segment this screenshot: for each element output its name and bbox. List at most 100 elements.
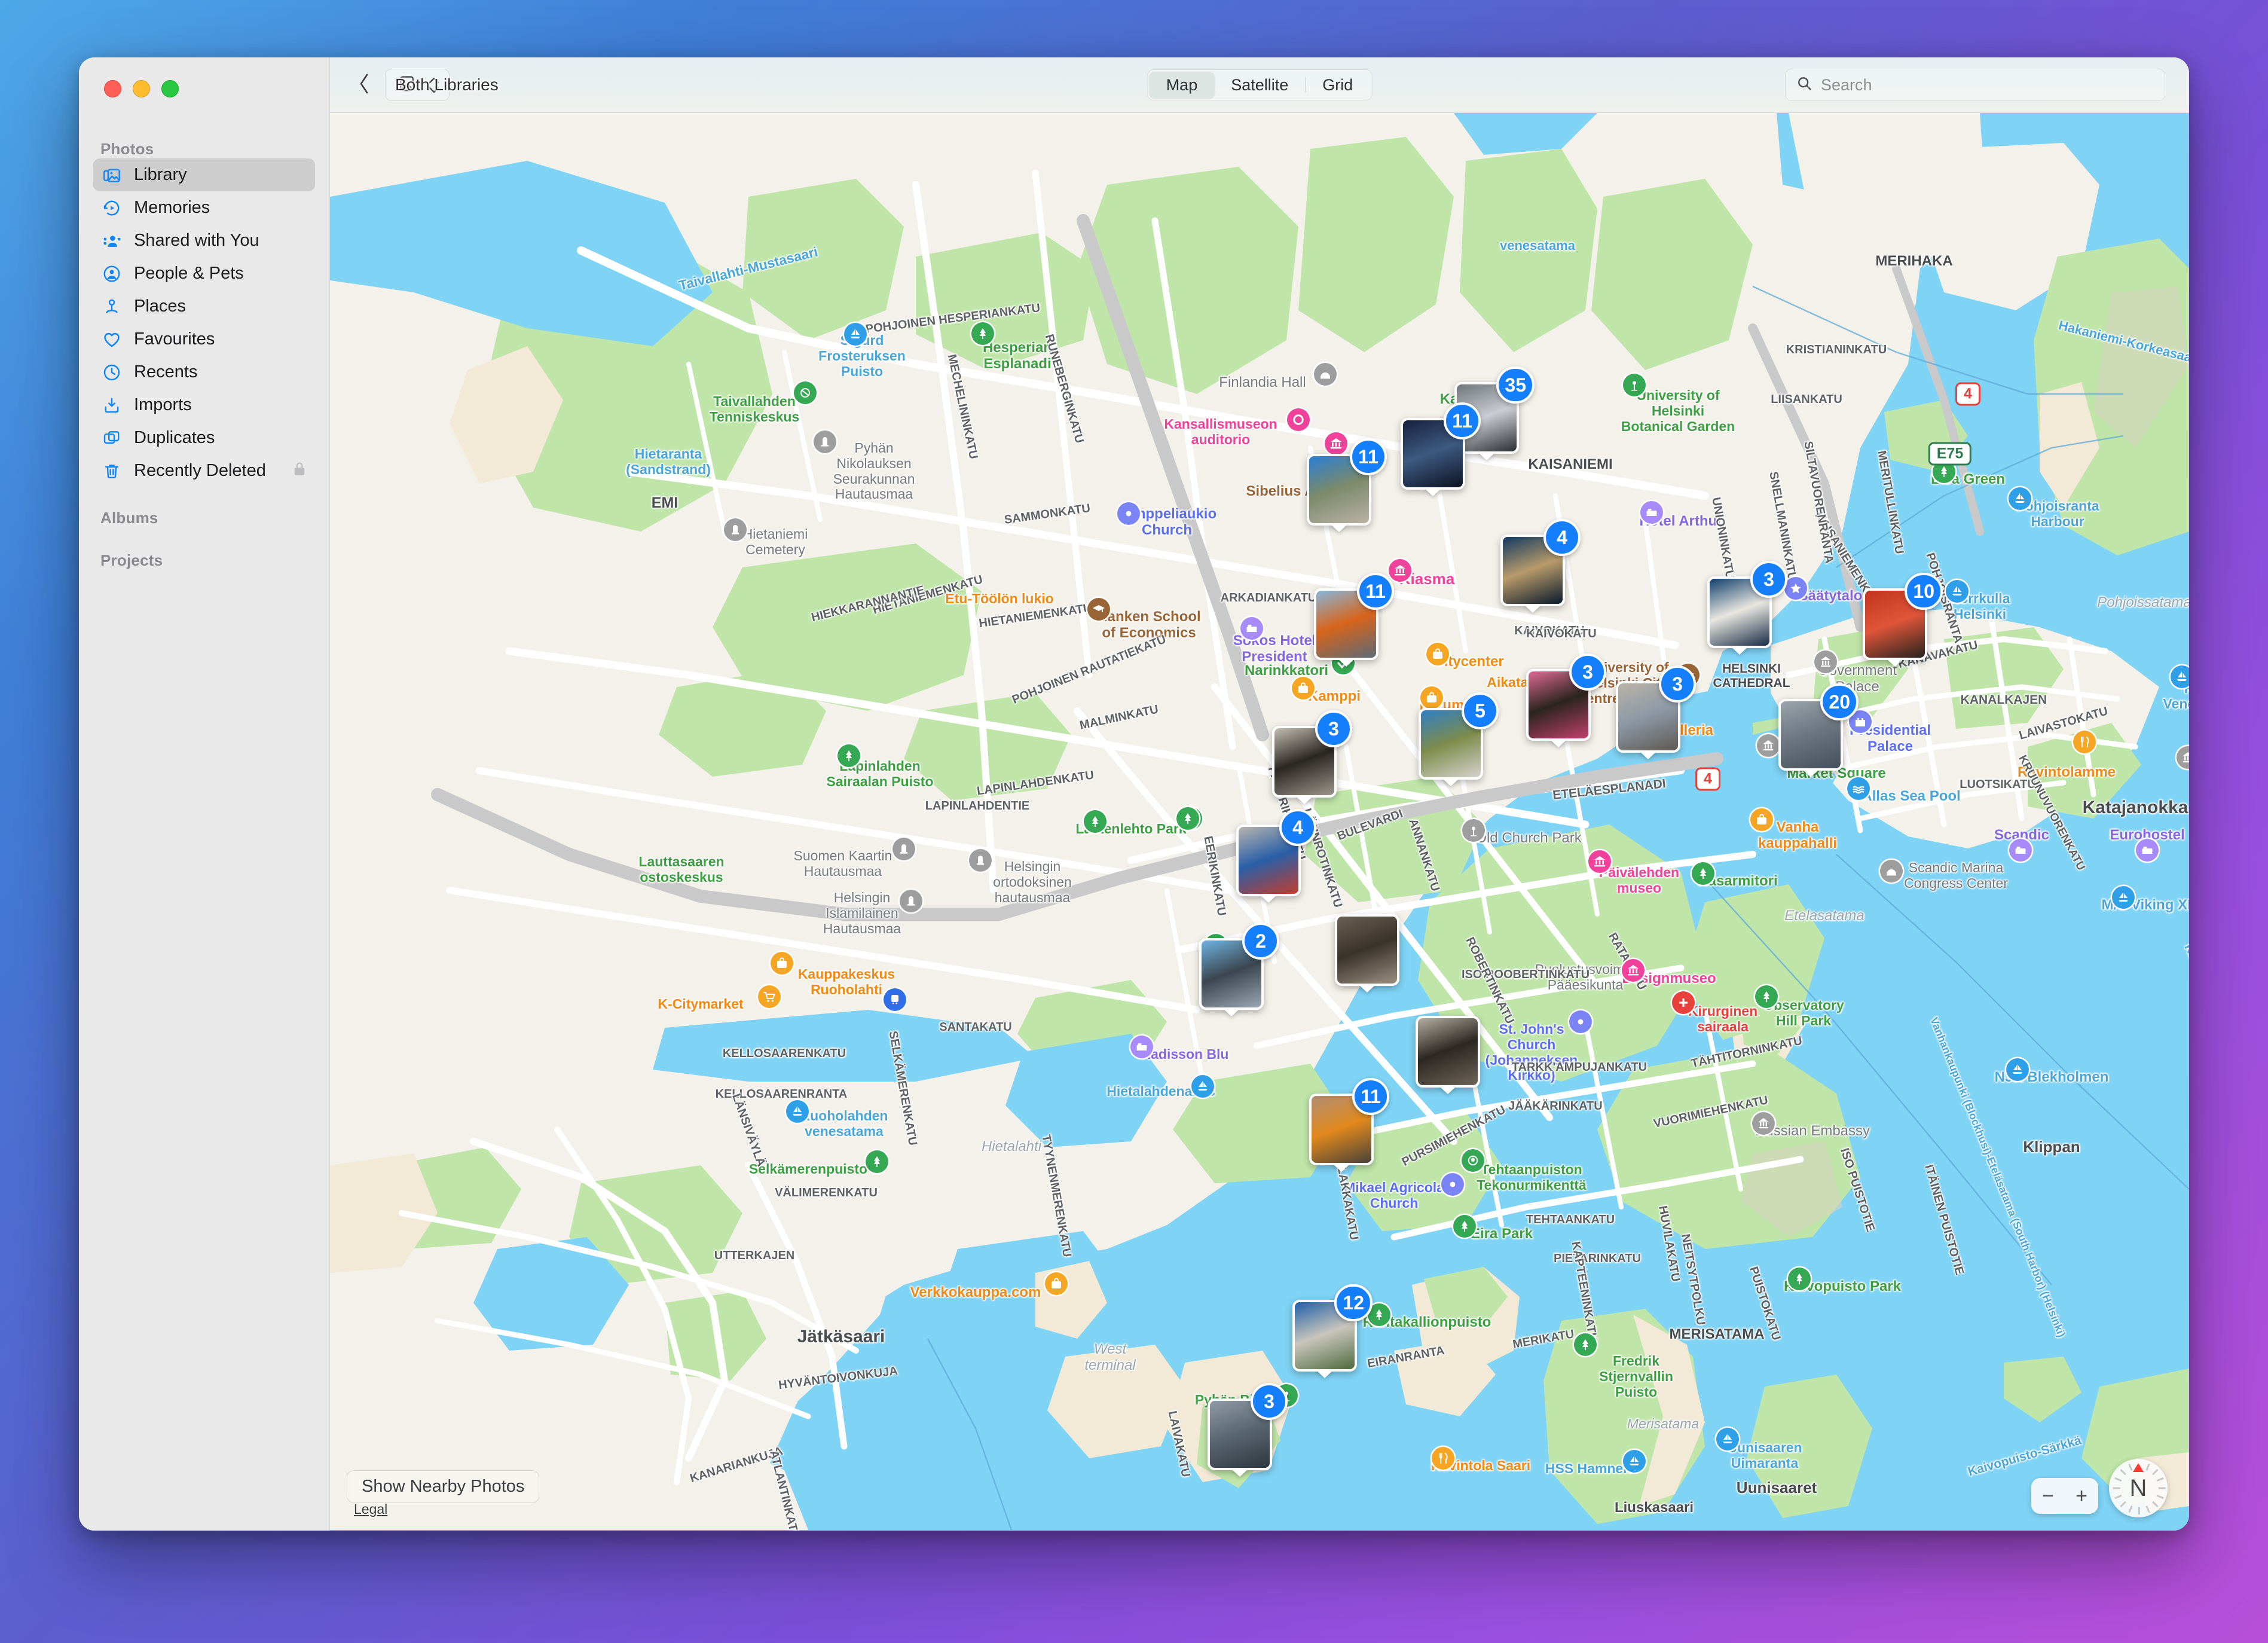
sailboat-icon[interactable] [844, 323, 867, 346]
tree-icon[interactable] [1574, 1333, 1597, 1356]
tree-icon[interactable] [866, 1150, 888, 1173]
sidebar-item-library[interactable]: Library [93, 158, 315, 191]
map-compass[interactable]: N [2109, 1459, 2168, 1517]
photo-cluster-marker[interactable]: 10 [1863, 573, 1943, 660]
grave-icon[interactable] [892, 838, 915, 860]
sidebar-item-recently-deleted[interactable]: Recently Deleted [93, 454, 315, 487]
photo-thumbnail[interactable]: 11 [1307, 438, 1387, 526]
sidebar-item-places[interactable]: Places [93, 290, 315, 323]
shop-icon[interactable] [1426, 643, 1449, 665]
photo-cluster-marker[interactable]: 3 [1208, 1383, 1288, 1470]
food-icon[interactable] [1432, 1447, 1454, 1470]
photo-cluster-marker[interactable]: 3 [1272, 710, 1352, 798]
map-zoom-controls[interactable]: − + [2031, 1478, 2098, 1514]
grave-icon[interactable] [900, 890, 922, 912]
photo-cluster-marker[interactable]: 11 [1307, 438, 1387, 526]
sidebar-item-memories[interactable]: Memories [93, 191, 315, 224]
zoom-in-button[interactable]: + [2076, 1485, 2087, 1508]
photo-thumbnail[interactable]: 4 [1500, 519, 1581, 606]
window-traffic-lights[interactable] [104, 80, 179, 97]
photo-thumbnail[interactable]: 3 [1707, 561, 1787, 648]
sailboat-icon[interactable] [2006, 1058, 2029, 1081]
church-icon[interactable] [1117, 502, 1140, 525]
sidebar-item-imports[interactable]: Imports [93, 389, 315, 422]
photo-thumbnail[interactable]: 3 [1616, 665, 1696, 753]
minimize-button[interactable] [133, 80, 150, 97]
bed-icon[interactable] [1640, 501, 1663, 524]
tab-satellite[interactable]: Satellite [1214, 72, 1305, 98]
school-icon[interactable] [1087, 598, 1110, 621]
bed-icon[interactable] [2136, 839, 2159, 862]
sailboat-icon[interactable] [1946, 580, 1969, 603]
grave-icon[interactable] [969, 849, 992, 872]
back-button[interactable] [350, 71, 378, 99]
library-selector[interactable]: Both Libraries [385, 69, 499, 101]
flower-icon[interactable] [1623, 374, 1646, 396]
flower-icon[interactable] [1462, 819, 1485, 842]
tree-icon[interactable] [1788, 1268, 1811, 1290]
sidebar-item-people-pets[interactable]: People & Pets [93, 257, 315, 290]
photo-cluster-marker[interactable]: 11 [1401, 402, 1481, 490]
photo-cluster-marker[interactable]: 3 [1526, 653, 1606, 741]
ball-icon[interactable] [1462, 1149, 1484, 1172]
photo-thumbnail[interactable]: 3 [1272, 710, 1352, 798]
photo-cluster-marker[interactable]: 4 [1500, 519, 1581, 606]
photo-thumbnail[interactable] [1335, 914, 1399, 986]
tree-icon[interactable] [1084, 810, 1107, 833]
photo-thumbnail[interactable]: 11 [1401, 402, 1481, 490]
close-button[interactable] [104, 80, 121, 97]
photo-cluster-marker[interactable]: 11 [1309, 1078, 1389, 1165]
bed-icon[interactable] [1130, 1036, 1153, 1058]
sailboat-icon[interactable] [2009, 487, 2031, 510]
museum-icon[interactable] [1325, 432, 1347, 455]
tennis-icon[interactable] [794, 381, 817, 404]
photo-thumbnail[interactable]: 11 [1314, 573, 1394, 660]
photo-cluster-marker[interactable]: 12 [1292, 1284, 1373, 1372]
sidebar-item-favourites[interactable]: Favourites [93, 323, 315, 356]
sidebar-item-recents[interactable]: Recents [93, 356, 315, 389]
shop-icon[interactable] [1750, 808, 1773, 831]
photo-cluster-marker[interactable] [1416, 1016, 1480, 1088]
photo-thumbnail[interactable] [1416, 1016, 1480, 1088]
tree-icon[interactable] [971, 322, 994, 345]
grave-icon[interactable] [814, 430, 836, 453]
photo-cluster-marker[interactable] [1335, 914, 1399, 986]
shop-icon[interactable] [771, 952, 793, 975]
photo-cluster-marker[interactable]: 11 [1314, 573, 1394, 660]
photo-thumbnail[interactable]: 12 [1292, 1284, 1373, 1372]
church-icon[interactable] [1441, 1173, 1464, 1196]
photo-thumbnail[interactable]: 20 [1778, 683, 1859, 771]
photo-cluster-marker[interactable]: 4 [1236, 809, 1316, 896]
photo-cluster-marker[interactable]: 3 [1616, 665, 1696, 753]
photo-cluster-marker[interactable]: 20 [1778, 683, 1859, 771]
sailboat-icon[interactable] [2171, 665, 2189, 688]
shop-icon[interactable] [1045, 1272, 1068, 1295]
tab-grid[interactable]: Grid [1306, 72, 1370, 98]
hall-icon[interactable] [1880, 860, 1903, 882]
show-nearby-photos-button[interactable]: Show Nearby Photos [347, 1470, 540, 1503]
train-icon[interactable] [884, 988, 906, 1011]
sailboat-icon[interactable] [786, 1100, 809, 1123]
food-icon[interactable] [2073, 731, 2096, 753]
photo-thumbnail[interactable]: 3 [1208, 1383, 1288, 1470]
sailboat-icon[interactable] [1191, 1075, 1214, 1098]
photo-cluster-marker[interactable]: 3 [1707, 561, 1787, 648]
star-icon[interactable] [1784, 577, 1807, 600]
plus-icon[interactable] [1672, 991, 1695, 1014]
govt-icon[interactable] [1757, 734, 1780, 757]
photo-thumbnail[interactable]: 11 [1309, 1078, 1389, 1165]
photo-cluster-marker[interactable]: 2 [1199, 923, 1279, 1010]
pool-icon[interactable] [1847, 777, 1870, 800]
sailboat-icon[interactable] [2112, 886, 2135, 909]
sailboat-icon[interactable] [1623, 1450, 1646, 1473]
govt-icon[interactable] [1814, 651, 1837, 673]
tree-icon[interactable] [1176, 807, 1199, 830]
tab-map[interactable]: Map [1149, 72, 1215, 98]
photo-thumbnail[interactable]: 4 [1236, 809, 1316, 896]
tree-icon[interactable] [1755, 985, 1778, 1008]
zoom-button[interactable] [161, 80, 179, 97]
tree-icon[interactable] [1453, 1215, 1476, 1238]
photo-thumbnail[interactable]: 3 [1526, 653, 1606, 741]
map-view[interactable]: Taivallahti-MustasaariSigurd Frosterukse… [330, 113, 2189, 1531]
bed-icon[interactable] [1240, 617, 1263, 640]
